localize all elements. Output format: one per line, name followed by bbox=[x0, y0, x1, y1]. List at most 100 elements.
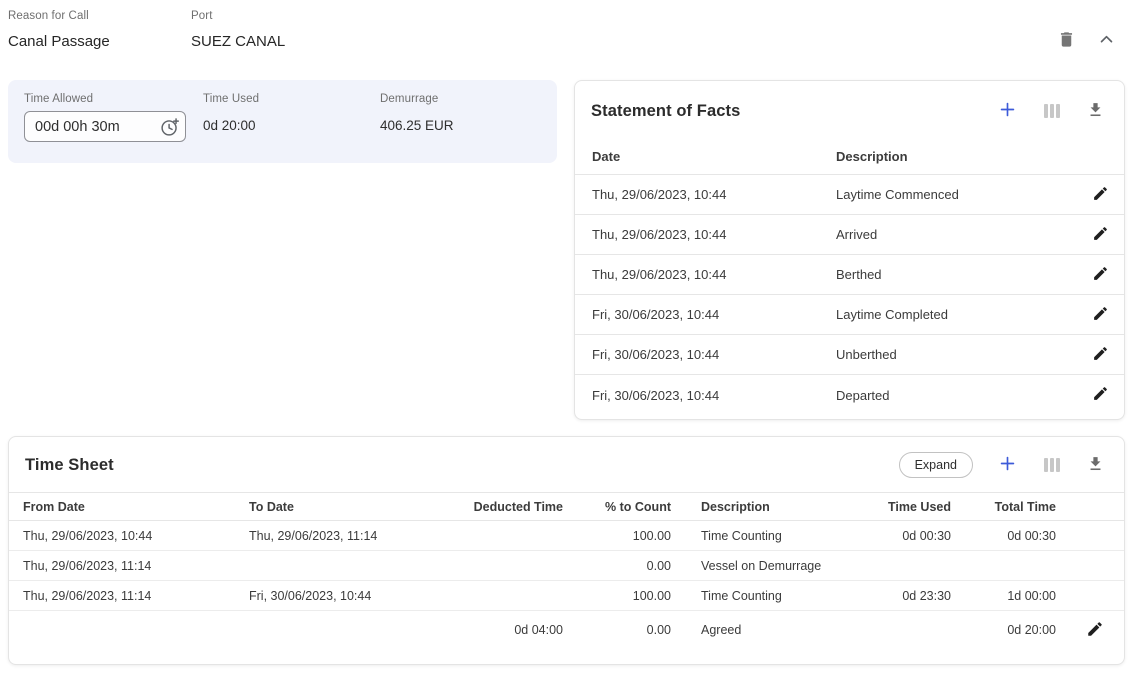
ts-col-total-time: Total Time bbox=[951, 500, 1056, 514]
sof-col-date: Date bbox=[592, 149, 836, 164]
demurrage-value: 406.25 EUR bbox=[380, 118, 454, 133]
ts-time-used: 0d 23:30 bbox=[871, 589, 951, 603]
ts-to-date: Fri, 30/06/2023, 10:44 bbox=[249, 589, 447, 603]
sof-row: Fri, 30/06/2023, 10:44 Laytime Completed bbox=[575, 295, 1124, 335]
sof-edit-button[interactable] bbox=[1090, 303, 1111, 327]
ts-time-used: 0d 00:30 bbox=[871, 529, 951, 543]
ts-description: Agreed bbox=[671, 623, 871, 637]
download-icon bbox=[1087, 101, 1104, 121]
time-allowed-input-wrap bbox=[24, 111, 186, 142]
time-used-group: Time Used 0d 20:00 bbox=[203, 93, 380, 150]
ts-edit-button[interactable] bbox=[1084, 618, 1106, 643]
ts-from-date: Thu, 29/06/2023, 11:14 bbox=[23, 589, 249, 603]
main-content-row: Time Allowed bbox=[8, 80, 1125, 420]
laytime-summary-panel: Time Allowed bbox=[8, 80, 557, 163]
demurrage-label: Demurrage bbox=[380, 93, 454, 105]
ts-col-pct-to-count: % to Count bbox=[563, 500, 671, 514]
pencil-icon bbox=[1092, 225, 1109, 245]
pencil-icon bbox=[1092, 345, 1109, 365]
ts-total-row: 0d 04:00 0.00 Agreed 0d 20:00 bbox=[9, 611, 1124, 649]
call-header-actions bbox=[1055, 28, 1117, 54]
time-sheet-title: Time Sheet bbox=[25, 456, 114, 475]
call-header: Reason for Call Canal Passage Port SUEZ … bbox=[8, 0, 1125, 72]
ts-row: Thu, 29/06/2023, 11:14 0.00 Vessel on De… bbox=[9, 551, 1124, 581]
ts-pct-to-count: 0.00 bbox=[563, 559, 671, 573]
ts-download-button[interactable] bbox=[1085, 453, 1106, 477]
pencil-icon bbox=[1086, 620, 1104, 641]
ts-col-to-date: To Date bbox=[249, 500, 447, 514]
ts-col-description: Description bbox=[671, 500, 871, 514]
sof-date: Thu, 29/06/2023, 10:44 bbox=[592, 267, 836, 282]
ts-col-from-date: From Date bbox=[23, 500, 249, 514]
ts-deducted-time: 0d 04:00 bbox=[447, 623, 563, 637]
sof-edit-button[interactable] bbox=[1090, 263, 1111, 287]
reason-for-call-value: Canal Passage bbox=[8, 33, 183, 50]
columns-icon bbox=[1044, 104, 1060, 118]
ts-col-time-used: Time Used bbox=[871, 500, 951, 514]
port-value: SUEZ CANAL bbox=[191, 33, 285, 50]
clock-plus-icon bbox=[159, 126, 181, 141]
sof-card-header: Statement of Facts bbox=[575, 81, 1124, 139]
port-call-detail-page: Reason for Call Canal Passage Port SUEZ … bbox=[0, 0, 1133, 678]
statement-of-facts-card: Statement of Facts bbox=[574, 80, 1125, 420]
sof-date: Thu, 29/06/2023, 10:44 bbox=[592, 227, 836, 242]
ts-total-time: 0d 00:30 bbox=[951, 529, 1056, 543]
sof-title: Statement of Facts bbox=[591, 102, 740, 121]
ts-to-date: Thu, 29/06/2023, 11:14 bbox=[249, 529, 447, 543]
ts-header-row: From Date To Date Deducted Time % to Cou… bbox=[9, 492, 1124, 521]
time-sheet-actions: Expand bbox=[899, 452, 1106, 478]
reason-for-call-label: Reason for Call bbox=[8, 10, 183, 22]
columns-icon bbox=[1044, 458, 1060, 472]
sof-row: Thu, 29/06/2023, 10:44 Berthed bbox=[575, 255, 1124, 295]
ts-columns-button[interactable] bbox=[1042, 456, 1062, 474]
ts-description: Time Counting bbox=[671, 589, 871, 603]
chevron-up-icon bbox=[1098, 31, 1115, 51]
time-used-value: 0d 20:00 bbox=[203, 118, 380, 133]
sof-description: Laytime Completed bbox=[836, 307, 1076, 322]
plus-icon bbox=[998, 454, 1017, 476]
port-field: Port SUEZ CANAL bbox=[191, 10, 285, 50]
sof-actions bbox=[996, 98, 1106, 124]
time-used-label: Time Used bbox=[203, 93, 380, 105]
sof-date: Fri, 30/06/2023, 10:44 bbox=[592, 388, 836, 403]
call-header-fields: Reason for Call Canal Passage Port SUEZ … bbox=[8, 10, 293, 50]
sof-edit-button[interactable] bbox=[1090, 343, 1111, 367]
sof-date: Fri, 30/06/2023, 10:44 bbox=[592, 347, 836, 362]
sof-columns-button[interactable] bbox=[1042, 102, 1062, 120]
sof-row: Fri, 30/06/2023, 10:44 Unberthed bbox=[575, 335, 1124, 375]
collapse-button[interactable] bbox=[1096, 29, 1117, 53]
ts-row: Thu, 29/06/2023, 10:44 Thu, 29/06/2023, … bbox=[9, 521, 1124, 551]
sof-description: Laytime Commenced bbox=[836, 187, 1076, 202]
expand-button[interactable]: Expand bbox=[899, 452, 973, 478]
plus-icon bbox=[998, 100, 1017, 122]
sof-date: Thu, 29/06/2023, 10:44 bbox=[592, 187, 836, 202]
sof-row: Fri, 30/06/2023, 10:44 Departed bbox=[575, 375, 1124, 415]
sof-add-button[interactable] bbox=[996, 98, 1019, 124]
ts-col-deducted-time: Deducted Time bbox=[447, 500, 563, 514]
ts-row: Thu, 29/06/2023, 11:14 Fri, 30/06/2023, … bbox=[9, 581, 1124, 611]
pencil-icon bbox=[1092, 305, 1109, 325]
pencil-icon bbox=[1092, 385, 1109, 405]
delete-button[interactable] bbox=[1055, 28, 1078, 54]
sof-edit-button[interactable] bbox=[1090, 223, 1111, 247]
sof-edit-button[interactable] bbox=[1090, 383, 1111, 407]
ts-add-button[interactable] bbox=[996, 452, 1019, 478]
sof-row: Thu, 29/06/2023, 10:44 Arrived bbox=[575, 215, 1124, 255]
sof-table: Date Description Thu, 29/06/2023, 10:44 … bbox=[575, 139, 1124, 415]
sof-download-button[interactable] bbox=[1085, 99, 1106, 123]
ts-from-date: Thu, 29/06/2023, 10:44 bbox=[23, 529, 249, 543]
sof-col-description: Description bbox=[836, 149, 1076, 164]
ts-pct-to-count: 100.00 bbox=[563, 529, 671, 543]
sof-header-row: Date Description bbox=[575, 139, 1124, 175]
sof-edit-button[interactable] bbox=[1090, 183, 1111, 207]
time-allowed-label: Time Allowed bbox=[24, 93, 203, 105]
reason-for-call-field: Reason for Call Canal Passage bbox=[8, 10, 183, 50]
ts-total-time: 0d 20:00 bbox=[951, 623, 1056, 637]
demurrage-group: Demurrage 406.25 EUR bbox=[380, 93, 454, 150]
ts-total-time: 1d 00:00 bbox=[951, 589, 1056, 603]
ts-pct-to-count: 100.00 bbox=[563, 589, 671, 603]
ts-description: Time Counting bbox=[671, 529, 871, 543]
sof-description: Arrived bbox=[836, 227, 1076, 242]
port-label: Port bbox=[191, 10, 285, 22]
time-allowed-picker-button[interactable] bbox=[159, 116, 181, 138]
